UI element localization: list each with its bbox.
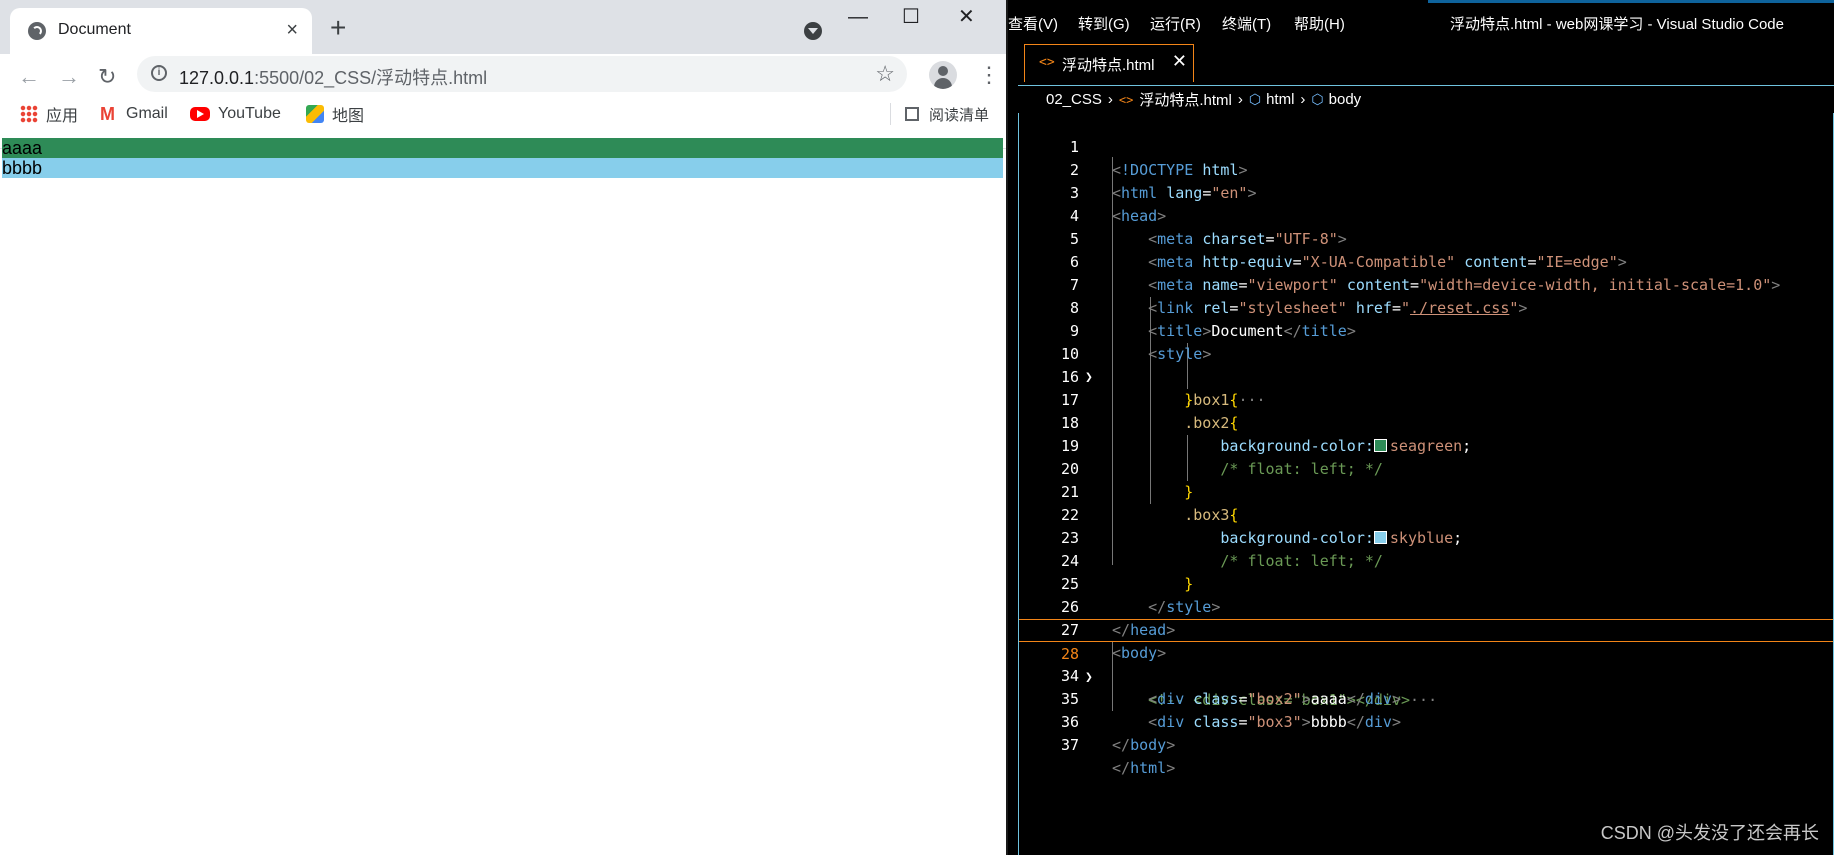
bookmark-label: Gmail — [126, 105, 168, 122]
maximize-button[interactable]: ☐ — [902, 6, 920, 28]
forward-button[interactable]: → — [58, 66, 80, 88]
url-path: :5500/02_CSS/浮动特点.html — [254, 68, 488, 88]
current-code-line: 28 ❯ <!-- <div class="box1"></div>··· — [1019, 619, 1833, 709]
menu-terminal[interactable]: 终端(T) — [1222, 13, 1271, 34]
code-editor[interactable]: 1 <!DOCTYPE html> 2 <html lang="en"> 3 <… — [1018, 113, 1834, 855]
code-line: 6 <meta name="viewport" content="width=d… — [1069, 253, 1781, 294]
youtube-icon — [190, 107, 210, 121]
window-title: 浮动特点.html - web网课学习 - Visual Studio Code — [1450, 16, 1784, 33]
minimize-button[interactable]: — — [848, 6, 868, 28]
menu-run[interactable]: 运行(R) — [1150, 13, 1201, 34]
back-button[interactable]: ← — [18, 66, 40, 88]
tab-close-icon[interactable]: × — [286, 18, 298, 42]
new-tab-button[interactable]: + — [330, 14, 346, 42]
code-line: 1 <!DOCTYPE html> — [1069, 138, 1248, 179]
code-line: 7 <link rel="stylesheet" href="./reset.c… — [1069, 276, 1528, 317]
reading-list-label: 阅读清单 — [929, 106, 990, 124]
breadcrumb: 02_CSS › <> 浮动特点.html › ⬡ html › ⬡ body — [1018, 85, 1834, 113]
cube-icon: ⬡ — [1311, 91, 1324, 107]
maps-icon — [306, 105, 324, 123]
vscode-window: 查看(V) 转到(G) 运行(R) 终端(T) 帮助(H) 浮动特点.html … — [1008, 0, 1834, 855]
page-viewport: aaaa bbbb — [2, 138, 1003, 855]
code-line: 20 } — [1060, 460, 1194, 501]
menu-go[interactable]: 转到(G) — [1078, 13, 1130, 34]
chevron-right-icon: › — [1300, 91, 1306, 108]
browser-tab-strip: Document × + — ☐ ✕ — [0, 0, 1006, 54]
bookmark-youtube[interactable]: YouTube — [190, 103, 281, 125]
globe-icon — [28, 22, 46, 40]
reload-button[interactable]: ↻ — [98, 66, 116, 88]
bookmark-label: YouTube — [218, 105, 281, 122]
reading-list-button[interactable]: 阅读清单 — [890, 103, 989, 125]
breadcrumb-html[interactable]: html — [1266, 91, 1294, 108]
close-window-button[interactable]: ✕ — [958, 6, 975, 28]
code-line: 4 <meta charset="UTF-8"> — [1069, 207, 1347, 248]
bookmark-gmail[interactable]: M Gmail — [100, 103, 168, 125]
tab-title: Document — [58, 21, 131, 38]
code-line: 36 </body> — [1060, 713, 1176, 754]
editor-tab-label: 浮动特点.html — [1062, 57, 1155, 74]
code-line: 10 ❯ .box1{··· — [1060, 345, 1266, 409]
code-line: 22 background-color: skyblue; — [1060, 506, 1463, 547]
url-text[interactable]: 127.0.0.1:5500/02_CSS/浮动特点.html — [179, 64, 487, 90]
bookmark-star-icon[interactable]: ☆ — [875, 61, 895, 87]
bookmark-label: 应用 — [46, 108, 79, 125]
browser-tab[interactable]: Document × — [10, 8, 312, 54]
code-line: 2 <html lang="en"> — [1069, 161, 1257, 202]
title-accent-bar — [1428, 0, 1834, 3]
gmail-icon: M — [100, 104, 115, 124]
breadcrumb-folder[interactable]: 02_CSS — [1046, 91, 1102, 108]
editor-tab[interactable]: <> 浮动特点.html ✕ — [1024, 44, 1194, 82]
code-line: 35 <div class="box3">bbbb</div> — [1060, 690, 1401, 731]
apps-icon — [20, 105, 38, 123]
divider — [890, 103, 891, 125]
site-info-icon[interactable]: i — [151, 65, 167, 81]
chevron-right-icon: › — [1107, 91, 1113, 108]
code-line: 21 .box3{ — [1060, 483, 1239, 524]
code-line: 23 /* float: left; */ — [1060, 529, 1383, 570]
code-line: 18 background-color: seagreen; — [1060, 414, 1472, 455]
code-line: 17 .box2{ — [1060, 391, 1239, 432]
box3: bbbb — [2, 158, 1003, 178]
code-line: 25 </style> — [1060, 575, 1221, 616]
code-line: 8 <title>Document</title> — [1069, 299, 1356, 340]
code-line: 26 </head> — [1060, 598, 1176, 639]
breadcrumb-body[interactable]: body — [1329, 91, 1362, 108]
profile-avatar[interactable] — [929, 61, 957, 89]
watermark: CSDN @头发没了还会再长 — [1600, 823, 1819, 843]
bookmark-apps[interactable]: 应用 — [20, 103, 78, 125]
close-icon[interactable]: ✕ — [1172, 51, 1187, 72]
code-line: 24 } — [1060, 552, 1194, 593]
menu-view[interactable]: 查看(V) — [1008, 13, 1058, 34]
browser-window: Document × + — ☐ ✕ ← → ↻ i 127.0.0.1:550… — [0, 0, 1008, 855]
code-line: 34 <div class="box2">aaaa</div> — [1060, 667, 1401, 708]
chevron-right-icon: › — [1237, 91, 1243, 108]
code-line: 19 /* float: left; */ — [1060, 437, 1383, 478]
box2: aaaa — [2, 138, 1003, 158]
code-line: 9 <style> — [1069, 322, 1212, 363]
breadcrumb-file[interactable]: 浮动特点.html — [1139, 89, 1232, 110]
bookmark-maps[interactable]: 地图 — [306, 103, 364, 125]
vscode-menubar: 查看(V) 转到(G) 运行(R) 终端(T) 帮助(H) 浮动特点.html … — [1008, 0, 1834, 40]
menu-help[interactable]: 帮助(H) — [1294, 13, 1345, 34]
code-line: 3 <head> — [1069, 184, 1167, 225]
cube-icon: ⬡ — [1248, 91, 1262, 107]
url-host: 127.0.0.1 — [179, 68, 255, 88]
address-bar[interactable]: i 127.0.0.1:5500/02_CSS/浮动特点.html ☆ — [137, 56, 907, 92]
reading-list-icon — [905, 107, 919, 121]
html-file-icon: <> — [1118, 92, 1134, 107]
code-line: 16 } — [1060, 368, 1194, 409]
tab-search-icon[interactable] — [804, 22, 822, 40]
editor-tabs: <> 浮动特点.html ✕ — [1008, 40, 1834, 85]
code-line: 37 </html> — [1060, 736, 1176, 777]
code-line: 27 <body> — [1060, 621, 1167, 662]
browser-menu-icon[interactable]: ⋮ — [978, 60, 1000, 90]
html-file-icon: <> — [1039, 55, 1055, 70]
code-line: 5 <meta http-equiv="X-UA-Compatible" con… — [1069, 230, 1627, 271]
bookmark-label: 地图 — [332, 108, 365, 125]
